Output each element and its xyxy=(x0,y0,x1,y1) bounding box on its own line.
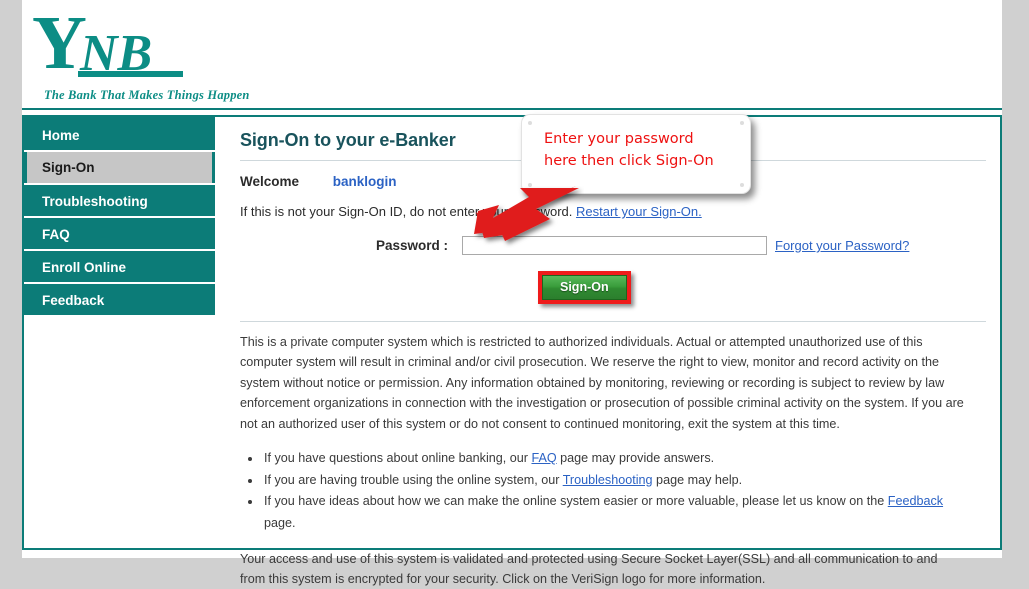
ynb-logo-icon: Y NB xyxy=(32,8,202,83)
callout-corner-icon xyxy=(740,121,744,125)
tip-text-before: If you have questions about online banki… xyxy=(264,450,532,465)
restart-sign-on-link[interactable]: Restart your Sign-On. xyxy=(576,204,702,219)
sidebar-item-enroll-online[interactable]: Enroll Online xyxy=(24,251,215,284)
sidebar-nav: Home Sign-On Troubleshooting FAQ Enroll … xyxy=(24,117,215,317)
sidebar-item-faq[interactable]: FAQ xyxy=(24,218,215,251)
sidebar-item-label: Sign-On xyxy=(27,152,212,183)
content-panel: Home Sign-On Troubleshooting FAQ Enroll … xyxy=(22,115,1002,586)
sidebar-item-troubleshooting[interactable]: Troubleshooting xyxy=(24,185,215,218)
sidebar-item-home[interactable]: Home xyxy=(24,119,215,152)
feedback-link[interactable]: Feedback xyxy=(888,494,943,508)
tip-text-after: page. xyxy=(264,515,296,530)
forgot-password-link[interactable]: Forgot your Password? xyxy=(775,238,909,253)
bank-logo[interactable]: Y NB The Bank That Makes Things Happen xyxy=(32,8,262,103)
tip-text-after: page may help. xyxy=(652,472,743,487)
sidebar-item-label: Feedback xyxy=(42,293,105,308)
callout-corner-icon xyxy=(740,183,744,187)
sidebar-item-label: Enroll Online xyxy=(42,260,127,275)
faq-link[interactable]: FAQ xyxy=(531,451,556,465)
callout-corner-icon xyxy=(528,183,532,187)
sign-on-highlight-box: Sign-On xyxy=(538,271,631,304)
username-link[interactable]: banklogin xyxy=(333,174,397,189)
ssl-notice-paragraph: Your access and use of this system is va… xyxy=(240,551,938,586)
help-tips-list: If you have questions about online banki… xyxy=(240,448,964,535)
legal-notice-paragraph: This is a private computer system which … xyxy=(240,335,964,431)
content-divider xyxy=(240,321,986,322)
tip-text-after: page may provide answers. xyxy=(556,450,715,465)
password-input[interactable] xyxy=(462,236,767,255)
sidebar-item-label: Troubleshooting xyxy=(42,194,148,209)
bank-tagline: The Bank That Makes Things Happen xyxy=(44,88,250,102)
list-item: If you have ideas about how we can make … xyxy=(262,491,964,534)
list-item: If you have questions about online banki… xyxy=(262,448,964,470)
sign-on-button-row: Sign-On xyxy=(215,271,1000,304)
list-item: If you are having trouble using the onli… xyxy=(262,470,964,492)
sidebar-item-sign-on[interactable]: Sign-On xyxy=(24,152,215,185)
site-header: Y NB The Bank That Makes Things Happen xyxy=(22,0,1002,110)
troubleshooting-link[interactable]: Troubleshooting xyxy=(563,473,653,487)
tip-text-before: If you are having trouble using the onli… xyxy=(264,472,563,487)
callout-corner-icon xyxy=(528,121,532,125)
password-label: Password : xyxy=(375,238,448,253)
page-root: Y NB The Bank That Makes Things Happen H… xyxy=(0,0,1029,586)
welcome-label: Welcome xyxy=(240,174,300,189)
sidebar-item-label: FAQ xyxy=(42,227,70,242)
notice-text: If this is not your Sign-On ID, do not e… xyxy=(240,204,573,219)
tip-text-before: If you have ideas about how we can make … xyxy=(264,494,888,509)
annotation-callout: Enter your password here then click Sign… xyxy=(521,114,751,194)
sidebar-item-label: Home xyxy=(42,128,80,143)
sidebar-item-feedback[interactable]: Feedback xyxy=(24,284,215,317)
callout-text: Enter your password here then click Sign… xyxy=(544,131,714,170)
password-form-row: Password : Forgot your Password? xyxy=(215,236,1000,260)
sign-on-button[interactable]: Sign-On xyxy=(542,275,627,300)
